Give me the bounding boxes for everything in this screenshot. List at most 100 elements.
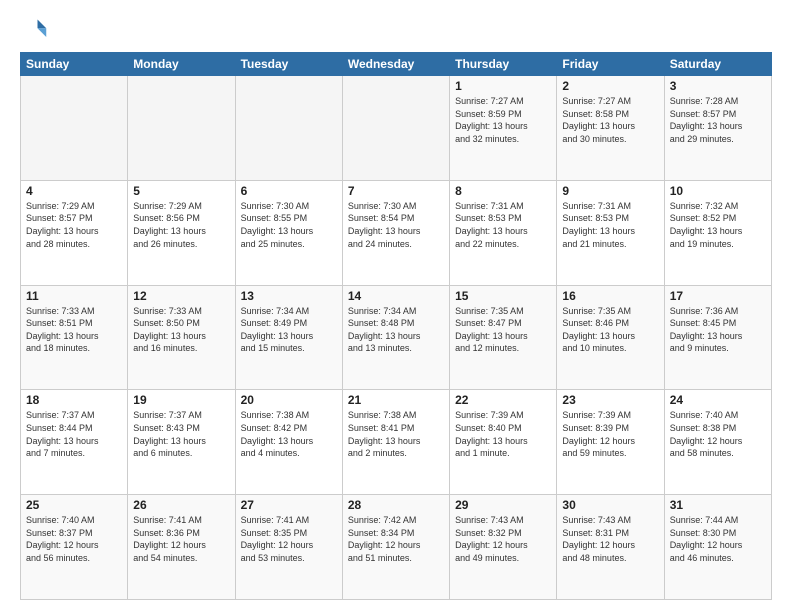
- calendar-cell: 24Sunrise: 7:40 AM Sunset: 8:38 PM Dayli…: [664, 390, 771, 495]
- day-info: Sunrise: 7:37 AM Sunset: 8:44 PM Dayligh…: [26, 409, 122, 459]
- calendar-cell: 12 Sunrise: 7:33 AM Sunset: 8:50 PM Dayli…: [128, 285, 235, 390]
- day-number: 7: [348, 184, 444, 198]
- header: [20, 16, 772, 44]
- day-number: 6: [241, 184, 337, 198]
- day-number: 10: [670, 184, 766, 198]
- day-info: Sunrise: 7:31 AM Sunset: 8:53 PM Dayligh…: [455, 200, 551, 250]
- calendar-cell: 8 Sunrise: 7:31 AM Sunset: 8:53 PM Daylig…: [450, 180, 557, 285]
- calendar-cell: 23 Sunrise: 7:39 AM Sunset: 8:39 PM Dayli…: [557, 390, 664, 495]
- day-number: 22: [455, 393, 551, 407]
- day-number: 16: [562, 289, 658, 303]
- day-info: Sunrise: 7:40 AM Sunset: 8:38 PM Dayligh…: [670, 409, 766, 459]
- day-number: 26: [133, 498, 229, 512]
- day-number: 29: [455, 498, 551, 512]
- day-number: 15: [455, 289, 551, 303]
- day-info: Sunrise: 7:29 AM Sunset: 8:56 PM Dayligh…: [133, 200, 229, 250]
- day-number: 11: [26, 289, 122, 303]
- day-info: Sunrise: 7:33 AM Sunset: 8:51 PM Dayligh…: [26, 305, 122, 355]
- day-info: Sunrise: 7:39 AM Sunset: 8:40 PM Dayligh…: [455, 409, 551, 459]
- calendar-header-row: SundayMondayTuesdayWednesdayThursdayFrid…: [21, 53, 772, 76]
- day-number: 9: [562, 184, 658, 198]
- calendar-cell: 2 Sunrise: 7:27 AM Sunset: 8:58 PM Daylig…: [557, 76, 664, 181]
- calendar-cell: [128, 76, 235, 181]
- weekday-header: Friday: [557, 53, 664, 76]
- calendar-week-row: 25 Sunrise: 7:40 AM Sunset: 8:37 PM Dayli…: [21, 495, 772, 600]
- calendar-cell: 31Sunrise: 7:44 AM Sunset: 8:30 PM Dayli…: [664, 495, 771, 600]
- day-info: Sunrise: 7:39 AM Sunset: 8:39 PM Dayligh…: [562, 409, 658, 459]
- calendar-week-row: 18 Sunrise: 7:37 AM Sunset: 8:44 PM Dayli…: [21, 390, 772, 495]
- logo: [20, 16, 52, 44]
- day-info: Sunrise: 7:44 AM Sunset: 8:30 PM Dayligh…: [670, 514, 766, 564]
- day-number: 17: [670, 289, 766, 303]
- calendar-cell: 4Sunrise: 7:29 AM Sunset: 8:57 PM Daylig…: [21, 180, 128, 285]
- day-number: 20: [241, 393, 337, 407]
- calendar-cell: 19 Sunrise: 7:37 AM Sunset: 8:43 PM Dayli…: [128, 390, 235, 495]
- calendar-cell: 15 Sunrise: 7:35 AM Sunset: 8:47 PM Dayli…: [450, 285, 557, 390]
- day-number: 27: [241, 498, 337, 512]
- day-number: 8: [455, 184, 551, 198]
- day-info: Sunrise: 7:43 AM Sunset: 8:32 PM Dayligh…: [455, 514, 551, 564]
- calendar-cell: [235, 76, 342, 181]
- logo-icon: [20, 16, 48, 44]
- day-info: Sunrise: 7:27 AM Sunset: 8:58 PM Dayligh…: [562, 95, 658, 145]
- day-number: 18: [26, 393, 122, 407]
- calendar-cell: 16 Sunrise: 7:35 AM Sunset: 8:46 PM Dayli…: [557, 285, 664, 390]
- weekday-header: Monday: [128, 53, 235, 76]
- day-number: 23: [562, 393, 658, 407]
- weekday-header: Tuesday: [235, 53, 342, 76]
- day-number: 28: [348, 498, 444, 512]
- calendar-week-row: 1 Sunrise: 7:27 AM Sunset: 8:59 PM Daylig…: [21, 76, 772, 181]
- calendar-cell: 26 Sunrise: 7:41 AM Sunset: 8:36 PM Dayli…: [128, 495, 235, 600]
- calendar-cell: 5 Sunrise: 7:29 AM Sunset: 8:56 PM Daylig…: [128, 180, 235, 285]
- calendar-cell: [21, 76, 128, 181]
- day-info: Sunrise: 7:38 AM Sunset: 8:41 PM Dayligh…: [348, 409, 444, 459]
- day-info: Sunrise: 7:34 AM Sunset: 8:49 PM Dayligh…: [241, 305, 337, 355]
- day-number: 2: [562, 79, 658, 93]
- weekday-header: Thursday: [450, 53, 557, 76]
- calendar-cell: 9 Sunrise: 7:31 AM Sunset: 8:53 PM Daylig…: [557, 180, 664, 285]
- day-info: Sunrise: 7:28 AM Sunset: 8:57 PM Dayligh…: [670, 95, 766, 145]
- calendar-cell: 14 Sunrise: 7:34 AM Sunset: 8:48 PM Dayli…: [342, 285, 449, 390]
- day-number: 21: [348, 393, 444, 407]
- day-info: Sunrise: 7:41 AM Sunset: 8:36 PM Dayligh…: [133, 514, 229, 564]
- day-number: 3: [670, 79, 766, 93]
- day-info: Sunrise: 7:29 AM Sunset: 8:57 PM Dayligh…: [26, 200, 122, 250]
- day-info: Sunrise: 7:27 AM Sunset: 8:59 PM Dayligh…: [455, 95, 551, 145]
- day-number: 12: [133, 289, 229, 303]
- day-info: Sunrise: 7:34 AM Sunset: 8:48 PM Dayligh…: [348, 305, 444, 355]
- day-number: 1: [455, 79, 551, 93]
- calendar-table: SundayMondayTuesdayWednesdayThursdayFrid…: [20, 52, 772, 600]
- day-number: 13: [241, 289, 337, 303]
- calendar-cell: [342, 76, 449, 181]
- day-info: Sunrise: 7:33 AM Sunset: 8:50 PM Dayligh…: [133, 305, 229, 355]
- weekday-header: Saturday: [664, 53, 771, 76]
- calendar-cell: 7Sunrise: 7:30 AM Sunset: 8:54 PM Daylig…: [342, 180, 449, 285]
- day-info: Sunrise: 7:35 AM Sunset: 8:47 PM Dayligh…: [455, 305, 551, 355]
- day-info: Sunrise: 7:42 AM Sunset: 8:34 PM Dayligh…: [348, 514, 444, 564]
- day-info: Sunrise: 7:37 AM Sunset: 8:43 PM Dayligh…: [133, 409, 229, 459]
- calendar-cell: 17 Sunrise: 7:36 AM Sunset: 8:45 PM Dayli…: [664, 285, 771, 390]
- calendar-cell: 6 Sunrise: 7:30 AM Sunset: 8:55 PM Daylig…: [235, 180, 342, 285]
- calendar-cell: 25 Sunrise: 7:40 AM Sunset: 8:37 PM Dayli…: [21, 495, 128, 600]
- day-number: 19: [133, 393, 229, 407]
- weekday-header: Sunday: [21, 53, 128, 76]
- day-info: Sunrise: 7:30 AM Sunset: 8:55 PM Dayligh…: [241, 200, 337, 250]
- day-info: Sunrise: 7:32 AM Sunset: 8:52 PM Dayligh…: [670, 200, 766, 250]
- calendar-cell: 27 Sunrise: 7:41 AM Sunset: 8:35 PM Dayli…: [235, 495, 342, 600]
- calendar-cell: 21 Sunrise: 7:38 AM Sunset: 8:41 PM Dayli…: [342, 390, 449, 495]
- day-info: Sunrise: 7:31 AM Sunset: 8:53 PM Dayligh…: [562, 200, 658, 250]
- day-info: Sunrise: 7:36 AM Sunset: 8:45 PM Dayligh…: [670, 305, 766, 355]
- calendar-cell: 13 Sunrise: 7:34 AM Sunset: 8:49 PM Dayli…: [235, 285, 342, 390]
- calendar-cell: 28 Sunrise: 7:42 AM Sunset: 8:34 PM Dayli…: [342, 495, 449, 600]
- day-number: 5: [133, 184, 229, 198]
- day-info: Sunrise: 7:41 AM Sunset: 8:35 PM Dayligh…: [241, 514, 337, 564]
- calendar-cell: 3 Sunrise: 7:28 AM Sunset: 8:57 PM Daylig…: [664, 76, 771, 181]
- calendar-week-row: 11 Sunrise: 7:33 AM Sunset: 8:51 PM Dayli…: [21, 285, 772, 390]
- day-number: 25: [26, 498, 122, 512]
- weekday-header: Wednesday: [342, 53, 449, 76]
- day-info: Sunrise: 7:38 AM Sunset: 8:42 PM Dayligh…: [241, 409, 337, 459]
- day-info: Sunrise: 7:35 AM Sunset: 8:46 PM Dayligh…: [562, 305, 658, 355]
- day-number: 14: [348, 289, 444, 303]
- calendar-cell: 29 Sunrise: 7:43 AM Sunset: 8:32 PM Dayli…: [450, 495, 557, 600]
- day-info: Sunrise: 7:40 AM Sunset: 8:37 PM Dayligh…: [26, 514, 122, 564]
